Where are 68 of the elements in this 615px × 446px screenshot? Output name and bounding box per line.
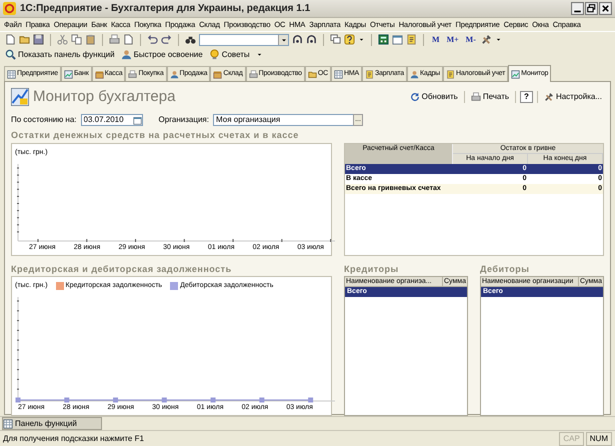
quick-bar-button[interactable]: Быстрое освоение (120, 48, 203, 60)
toolbar-button[interactable]: Настройка... (542, 91, 604, 103)
restore-icon[interactable] (585, 2, 598, 15)
date-field[interactable]: 03.07.2010 (80, 114, 143, 126)
copy-icon[interactable] (71, 34, 82, 45)
field-label: Организация: (158, 114, 209, 126)
clipboard-icon[interactable] (85, 34, 96, 45)
app-logo-icon (3, 2, 16, 15)
printer-icon (128, 70, 138, 78)
folder-icon[interactable] (19, 34, 30, 45)
box-icon (94, 70, 104, 78)
section-title: Дебиторы (480, 263, 530, 276)
form-title: Монитор бухгалтера (33, 86, 176, 107)
chart-icon (11, 88, 29, 106)
undo-icon[interactable] (147, 34, 158, 45)
memory-button[interactable]: M- (464, 34, 478, 46)
printer-icon[interactable] (109, 34, 120, 45)
magnifier-icon (5, 49, 16, 60)
toolbar-button[interactable]: Печать (468, 91, 512, 103)
caret-icon[interactable] (358, 36, 365, 43)
field-label: По состоянию на: (11, 114, 77, 126)
document-icon[interactable] (123, 34, 134, 45)
section-title: Кредиторы (344, 263, 400, 276)
status-indicator: NUM (586, 432, 612, 446)
calendar-icon[interactable] (392, 34, 403, 45)
toolbar-button[interactable]: ? (520, 91, 533, 103)
quick-bar-button[interactable]: Показать панель функций (5, 48, 115, 60)
bulb-icon (208, 49, 220, 60)
caret-icon[interactable] (256, 51, 263, 58)
binoculars-icon[interactable] (185, 34, 196, 45)
section-title: Остатки денежных средств на расчетных счетах и в кассе (11, 129, 300, 142)
note-icon (446, 70, 455, 78)
person-icon (120, 49, 132, 60)
toolbar-button[interactable]: Обновить (408, 91, 460, 103)
chart-icon (64, 70, 73, 78)
note-icon (364, 70, 374, 78)
scissors-icon[interactable] (57, 34, 68, 45)
redo-icon[interactable] (161, 34, 172, 45)
grid-icon (334, 70, 343, 78)
calculator-icon[interactable] (378, 34, 389, 45)
refresh-icon (410, 92, 420, 102)
minimize-icon[interactable] (571, 2, 584, 15)
help-icon[interactable] (344, 34, 355, 45)
search-field[interactable] (199, 34, 289, 46)
person-icon (170, 70, 179, 78)
printer-icon (470, 92, 481, 102)
calendar-icon[interactable] (132, 116, 142, 124)
section-title: Кредиторская и дебиторская задолженность (11, 263, 233, 276)
window-title: 1С:Предприятие - Бухгалтерия для Украины, редакция 1.1 (20, 2, 312, 16)
windows-icon[interactable] (330, 34, 341, 45)
caret-icon[interactable] (494, 36, 502, 43)
taskbar-button[interactable]: Панель функций (2, 417, 102, 430)
tools-icon[interactable] (480, 34, 492, 45)
quick-bar-button[interactable]: Советы (208, 48, 250, 60)
status-hint: Для получения подсказки нажмите F1 (3, 432, 145, 444)
person-icon (410, 70, 420, 78)
box-icon (213, 70, 222, 78)
memory-button[interactable]: M (430, 34, 442, 46)
close-icon[interactable] (599, 2, 612, 15)
chart-icon (511, 70, 520, 78)
dropdown-button[interactable] (278, 34, 288, 44)
note-icon[interactable] (406, 34, 417, 45)
folder-icon (308, 70, 317, 78)
memory-button[interactable]: M+ (444, 34, 461, 46)
document-icon[interactable] (5, 34, 16, 45)
printer-icon (248, 70, 258, 78)
tools-icon (544, 92, 554, 102)
status-indicator: CAP (559, 432, 584, 446)
